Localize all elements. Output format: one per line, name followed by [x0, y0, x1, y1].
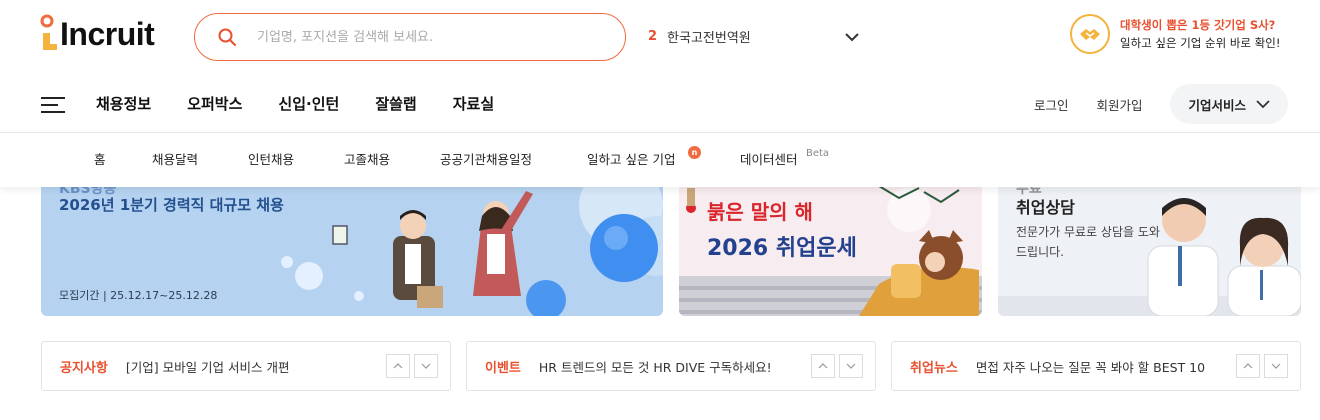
notice-arrows: [811, 354, 863, 378]
corp-service-label: 기업서비스: [1188, 97, 1246, 113]
notice-box-announcement: 공지사항 [기업] 모바일 기업 서비스 개편: [41, 341, 451, 391]
arrow-up-icon[interactable]: [386, 354, 410, 378]
subnav-item-home[interactable]: 홈: [94, 149, 106, 168]
promo-headline: 대학생이 뽑은 1등 갓기업 S사?: [1120, 18, 1276, 32]
arrow-up-icon[interactable]: [811, 354, 835, 378]
search-input[interactable]: [257, 29, 587, 45]
logo-text: Incruit: [60, 16, 155, 52]
trending-rank-number: 2: [648, 29, 658, 44]
chevron-down-icon[interactable]: [842, 27, 862, 47]
subnav-item-highschool[interactable]: 고졸채용: [344, 149, 390, 168]
nav-item-offerbox[interactable]: 오퍼박스: [187, 93, 242, 114]
search-bar[interactable]: [194, 13, 626, 61]
banner-counseling-title: 취업상담: [1016, 198, 1075, 217]
chevron-down-icon: [1256, 100, 1270, 109]
notice-category[interactable]: 이벤트: [485, 357, 521, 376]
new-badge: n: [688, 146, 701, 159]
banner-recruitment[interactable]: KBS방송 2026년 1분기 경력직 대규모 채용 모집기간 | 25.12.…: [41, 186, 663, 316]
promo-banner[interactable]: 대학생이 뽑은 1등 갓기업 S사? 일하고 싶은 기업 순위 바로 확인!: [1070, 14, 1280, 54]
banner-recruitment-title: 2026년 1분기 경력직 대규모 채용: [59, 196, 284, 214]
nav-item-lab[interactable]: 잘쓸랩: [375, 93, 416, 114]
signup-link[interactable]: 회원가입: [1096, 95, 1142, 114]
main-nav: 채용정보 오퍼박스 신입·인턴 잘쓸랩 자료실: [96, 93, 530, 114]
banner-counseling[interactable]: 무료 취업상담 전문가가 무료로 상담을 도와 드립니다.: [998, 186, 1301, 316]
utility-menu: 로그인 회원가입 기업서비스: [1034, 84, 1288, 124]
notice-arrows: [386, 354, 438, 378]
sub-nav: 홈 채용달력 인턴채용 고졸채용 공공기관채용일정 일하고 싶은 기업 n 데이…: [0, 133, 1320, 187]
arrow-down-icon[interactable]: [839, 354, 863, 378]
nav-item-jobs[interactable]: 채용정보: [96, 93, 151, 114]
handshake-icon: [1070, 14, 1110, 54]
notice-category[interactable]: 공지사항: [60, 357, 108, 376]
login-link[interactable]: 로그인: [1034, 95, 1069, 114]
corp-service-button[interactable]: 기업서비스: [1170, 84, 1288, 124]
incruit-logo[interactable]: Incruit: [40, 14, 172, 58]
subnav-item-intern[interactable]: 인턴채용: [248, 149, 294, 168]
arrow-up-icon[interactable]: [1236, 354, 1260, 378]
notice-message[interactable]: [기업] 모바일 기업 서비스 개편: [126, 357, 290, 376]
banner-recruitment-period: 모집기간 | 25.12.17~25.12.28: [59, 289, 218, 302]
banner-fortune-line1: 붉은 말의 해: [707, 200, 813, 224]
search-icon[interactable]: [217, 27, 237, 47]
subnav-item-datacenter[interactable]: 데이터센터: [740, 149, 798, 168]
banner-fortune[interactable]: 붉은 말의 해 2026 취업운세: [679, 186, 982, 316]
hamburger-icon[interactable]: [40, 96, 66, 114]
nav-item-resources[interactable]: 자료실: [453, 93, 494, 114]
trending-keyword[interactable]: 2 한국고전번역원: [648, 27, 751, 46]
arrow-down-icon[interactable]: [1264, 354, 1288, 378]
banner-counseling-desc: 전문가가 무료로 상담을 도와 드립니다.: [1016, 225, 1160, 259]
notice-arrows: [1236, 354, 1288, 378]
banner-fortune-line2: 2026 취업운세: [707, 236, 857, 261]
subnav-item-calendar[interactable]: 채용달력: [152, 149, 198, 168]
trending-keyword-text[interactable]: 한국고전번역원: [667, 27, 751, 46]
notice-box-event: 이벤트 HR 트렌드의 모든 것 HR DIVE 구독하세요!: [466, 341, 876, 391]
notice-message[interactable]: 면접 자주 나오는 질문 꼭 봐야 할 BEST 10: [976, 357, 1205, 376]
subnav-item-public[interactable]: 공공기관채용일정: [440, 149, 532, 168]
subnav-item-best-company[interactable]: 일하고 싶은 기업: [587, 149, 675, 168]
promo-subtext: 일하고 싶은 기업 순위 바로 확인!: [1120, 36, 1281, 50]
arrow-down-icon[interactable]: [414, 354, 438, 378]
notice-category[interactable]: 취업뉴스: [910, 357, 958, 376]
nav-item-entry-intern[interactable]: 신입·인턴: [278, 93, 339, 114]
beta-label: Beta: [806, 148, 830, 159]
notice-box-news: 취업뉴스 면접 자주 나오는 질문 꼭 봐야 할 BEST 10: [891, 341, 1301, 391]
notice-message[interactable]: HR 트렌드의 모든 것 HR DIVE 구독하세요!: [539, 357, 772, 376]
